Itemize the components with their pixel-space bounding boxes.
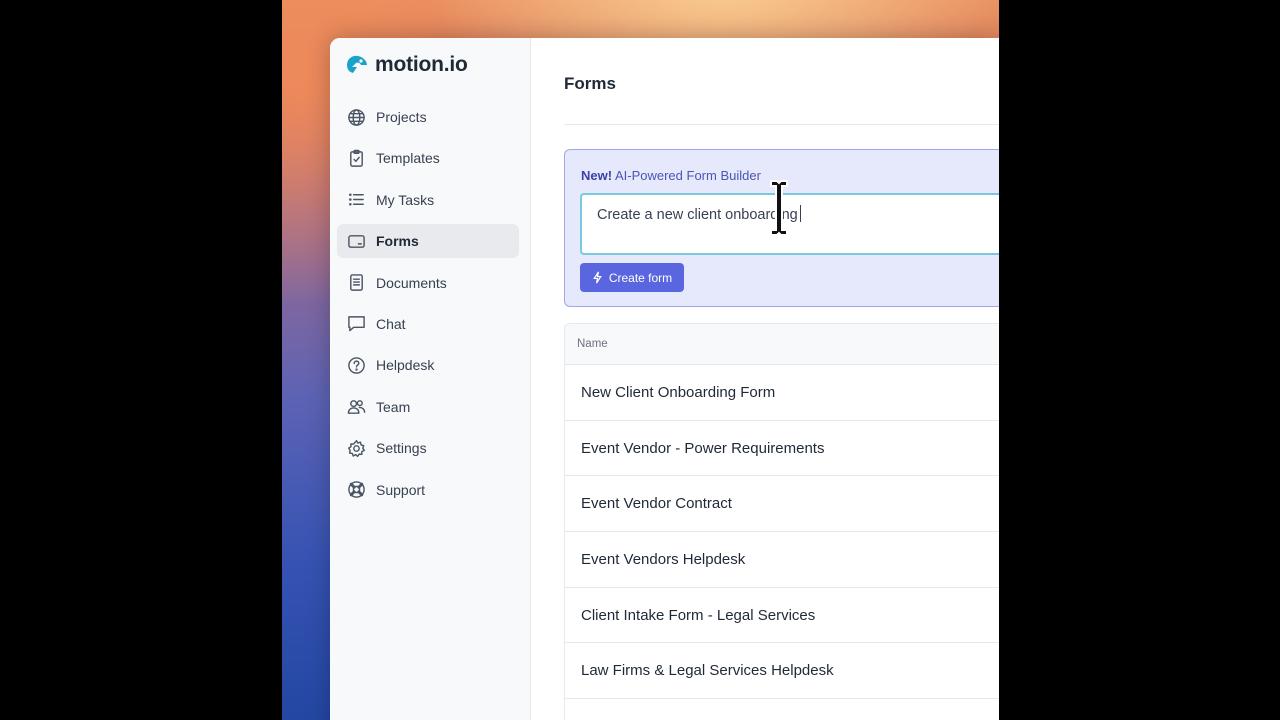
document-icon xyxy=(347,273,366,292)
main-content: Forms New! AI-Powered Form Builder Creat… xyxy=(532,38,999,720)
table-row[interactable]: Client Intake Form - Legal Services xyxy=(565,588,999,644)
sidebar-item-helpdesk[interactable]: Helpdesk xyxy=(337,348,519,382)
question-circle-icon xyxy=(347,356,366,375)
sidebar-item-label: Settings xyxy=(376,440,427,457)
new-badge: New! xyxy=(581,168,613,183)
table-row[interactable] xyxy=(565,699,999,720)
sidebar-item-label: Support xyxy=(376,481,426,498)
sidebar-item-label: Forms xyxy=(376,233,419,250)
list-icon xyxy=(347,190,366,209)
sidebar-item-label: Helpdesk xyxy=(376,357,435,374)
sidebar-item-chat[interactable]: Chat xyxy=(337,307,519,341)
form-icon xyxy=(347,232,366,251)
gear-icon xyxy=(347,439,366,458)
sidebar-item-label: Chat xyxy=(376,315,406,332)
page-title: Forms xyxy=(564,74,616,93)
sidebar-item-forms[interactable]: Forms xyxy=(337,224,519,259)
lifebuoy-icon xyxy=(347,480,366,499)
sidebar-nav: Projects Templates My Tasks Forms Docume… xyxy=(337,100,519,514)
text-caret xyxy=(799,205,801,222)
header-divider xyxy=(564,124,999,125)
lightning-icon xyxy=(592,271,602,284)
sidebar-item-documents[interactable]: Documents xyxy=(337,266,519,300)
app-logo[interactable]: motion.io xyxy=(344,53,468,77)
globe-icon xyxy=(347,108,366,127)
logo-icon xyxy=(347,55,367,73)
table-row[interactable]: Event Vendor Contract xyxy=(565,476,999,533)
text-cursor-icon xyxy=(770,180,788,236)
clipboard-check-icon xyxy=(347,149,366,168)
ai-builder-title: AI-Powered Form Builder xyxy=(614,168,761,183)
forms-table: Name New Client Onboarding Form Event Ve… xyxy=(564,323,999,720)
sidebar-item-label: My Tasks xyxy=(376,191,435,208)
sidebar-item-settings[interactable]: Settings xyxy=(337,431,519,465)
chat-icon xyxy=(347,314,366,333)
sidebar-item-label: Templates xyxy=(376,150,440,167)
sidebar-item-label: Documents xyxy=(376,274,447,291)
sidebar-item-my-tasks[interactable]: My Tasks xyxy=(337,183,519,217)
sidebar-item-label: Projects xyxy=(376,109,427,125)
sidebar-item-label: Team xyxy=(376,398,411,415)
app-window: motion.io Projects Templates My Tasks Fo… xyxy=(330,38,999,720)
sidebar-item-projects[interactable]: Projects xyxy=(337,100,519,134)
sidebar-item-team[interactable]: Team xyxy=(337,390,519,424)
table-row[interactable]: Event Vendor - Power Requirements xyxy=(565,421,999,477)
sidebar-item-support[interactable]: Support xyxy=(337,473,519,507)
table-row[interactable]: New Client Onboarding Form xyxy=(565,365,999,421)
ai-builder-label: New! AI-Powered Form Builder xyxy=(581,168,761,183)
logo-text: motion.io xyxy=(375,53,468,76)
create-form-button[interactable]: Create form xyxy=(580,263,684,292)
sidebar-item-templates[interactable]: Templates xyxy=(337,141,519,175)
create-form-label: Create form xyxy=(608,270,673,285)
table-header-name[interactable]: Name xyxy=(565,324,999,365)
users-icon xyxy=(347,397,366,416)
sidebar: motion.io Projects Templates My Tasks Fo… xyxy=(330,38,531,720)
table-row[interactable]: Law Firms & Legal Services Helpdesk xyxy=(565,643,999,700)
table-row[interactable]: Event Vendors Helpdesk xyxy=(565,532,999,588)
